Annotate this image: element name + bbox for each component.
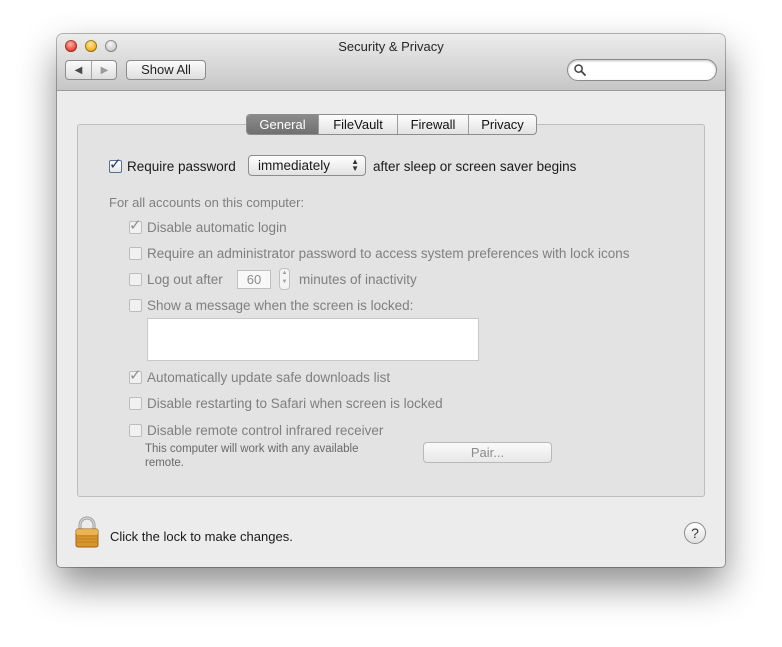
disable-auto-login-label: Disable automatic login: [147, 219, 287, 235]
checkmark-icon: ✓: [109, 155, 122, 173]
back-button[interactable]: ◀: [66, 61, 92, 79]
password-delay-value: immediately: [258, 158, 331, 173]
help-button[interactable]: ?: [684, 522, 706, 544]
lock-status-text: Click the lock to make changes.: [110, 529, 293, 544]
search-input[interactable]: [592, 62, 714, 80]
require-admin-row: Require an administrator password to acc…: [129, 243, 629, 263]
auto-update-downloads-checkbox[interactable]: ✓: [129, 366, 142, 384]
tab-bar: General FileVault Firewall Privacy: [246, 114, 537, 135]
disable-ir-label: Disable remote control infrared receiver: [147, 422, 384, 438]
checkmark-icon: ✓: [129, 366, 142, 384]
require-password-checkbox[interactable]: ✓: [109, 155, 122, 173]
require-password-suffix: after sleep or screen saver begins: [373, 158, 577, 174]
disable-safari-restart-row: Disable restarting to Safari when screen…: [129, 393, 443, 413]
back-arrow-icon: ◀: [74, 64, 83, 76]
lock-button[interactable]: [74, 516, 100, 548]
back-forward-control: ◀ ▶: [65, 60, 117, 80]
tab-privacy[interactable]: Privacy: [469, 115, 536, 134]
pair-button[interactable]: Pair...: [423, 442, 552, 463]
require-password-row: ✓ Require password: [109, 156, 236, 176]
require-password-label: Require password: [127, 158, 236, 174]
title-bar: Security & Privacy ◀ ▶ Show All: [57, 34, 725, 91]
tab-general[interactable]: General: [247, 115, 319, 134]
checkmark-icon: ✓: [129, 216, 142, 234]
preferences-window: Security & Privacy ◀ ▶ Show All General …: [57, 34, 725, 567]
log-out-minutes-stepper[interactable]: ▲ ▼: [279, 268, 290, 290]
show-message-row: Show a message when the screen is locked…: [129, 295, 413, 315]
window-title: Security & Privacy: [338, 39, 444, 54]
section-label: For all accounts on this computer:: [109, 194, 305, 210]
tab-filevault[interactable]: FileVault: [319, 115, 398, 134]
disable-auto-login-checkbox[interactable]: ✓: [129, 216, 142, 234]
disable-ir-row: Disable remote control infrared receiver: [129, 420, 383, 440]
disable-safari-restart-checkbox[interactable]: [129, 396, 142, 410]
ir-remote-note: This computer will work with any availab…: [145, 443, 359, 469]
require-admin-checkbox[interactable]: [129, 246, 142, 260]
lock-icon: [75, 516, 99, 548]
disable-ir-checkbox[interactable]: [129, 423, 142, 437]
log-out-row: Log out after: [129, 269, 223, 289]
tab-firewall[interactable]: Firewall: [398, 115, 469, 134]
show-all-button[interactable]: Show All: [126, 60, 206, 80]
search-field[interactable]: [567, 59, 717, 81]
require-admin-label: Require an administrator password to acc…: [147, 245, 630, 261]
auto-update-downloads-row: ✓ Automatically update safe downloads li…: [129, 367, 390, 387]
log-out-label-prefix: Log out after: [147, 271, 223, 287]
show-message-checkbox[interactable]: [129, 298, 142, 312]
disable-safari-restart-label: Disable restarting to Safari when screen…: [147, 395, 443, 411]
lock-message-textbox[interactable]: [147, 318, 479, 361]
popup-arrows-icon: ▲ ▼: [351, 157, 359, 173]
search-icon: [574, 64, 586, 76]
forward-button[interactable]: ▶: [92, 61, 117, 79]
log-out-minutes-field[interactable]: 60: [237, 270, 271, 289]
disable-auto-login-row: ✓ Disable automatic login: [129, 217, 287, 237]
password-delay-popup[interactable]: immediately ▲ ▼: [248, 155, 366, 176]
log-out-checkbox[interactable]: [129, 272, 142, 286]
auto-update-downloads-label: Automatically update safe downloads list: [147, 369, 391, 385]
log-out-label-suffix: minutes of inactivity: [299, 271, 417, 287]
show-message-label: Show a message when the screen is locked…: [147, 297, 414, 313]
forward-arrow-icon: ▶: [100, 64, 109, 76]
